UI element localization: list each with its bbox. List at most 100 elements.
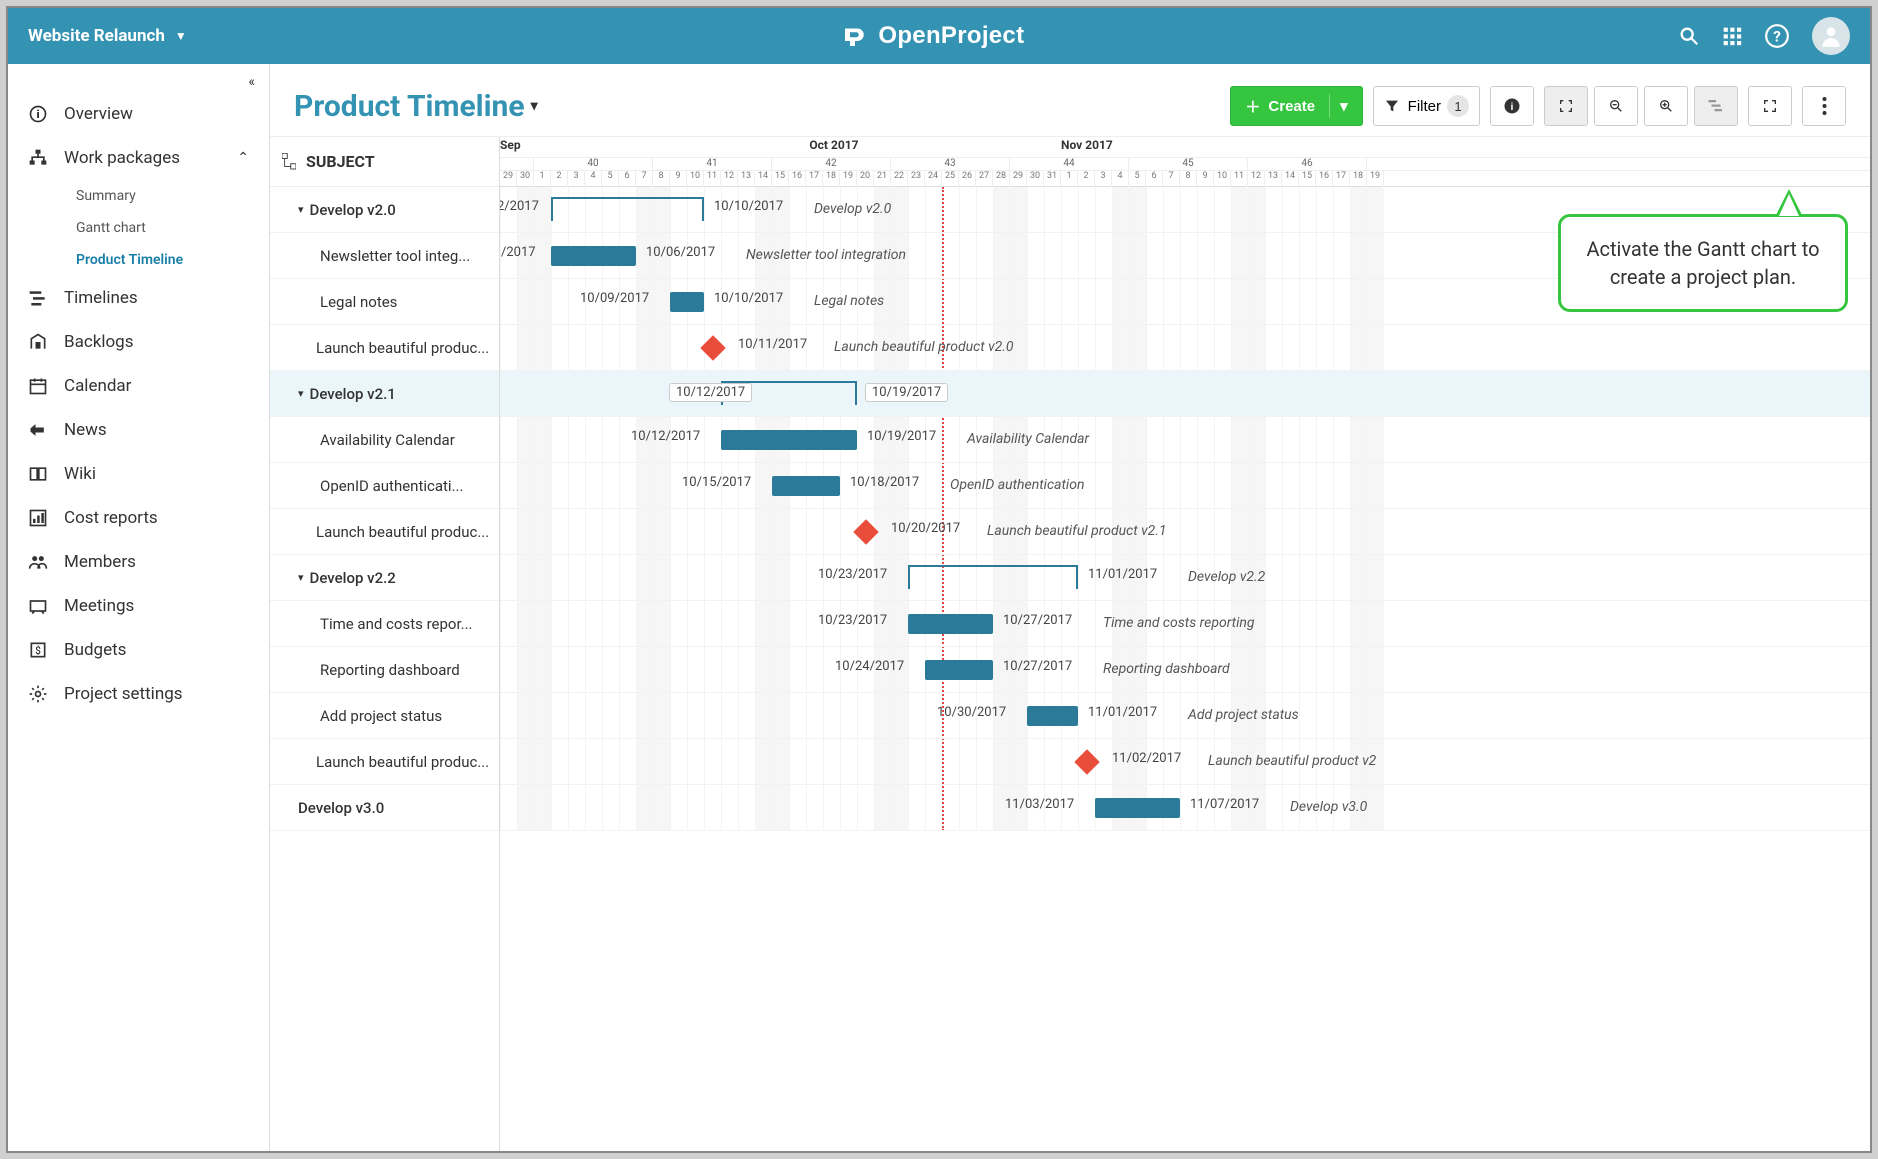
nav-sub-gantt-chart[interactable]: Gantt chart bbox=[8, 212, 269, 244]
nav-timelines[interactable]: Timelines bbox=[8, 276, 269, 320]
gantt-row[interactable]: 10/24/201710/27/2017Reporting dashboard bbox=[500, 647, 1870, 693]
subject-row[interactable]: Add project status bbox=[270, 693, 499, 739]
end-date: 10/10/2017 bbox=[714, 291, 783, 306]
gantt-row[interactable]: 10/12/201710/19/2017 bbox=[500, 371, 1870, 417]
task-bar[interactable] bbox=[908, 614, 993, 634]
task-bar[interactable] bbox=[1027, 706, 1078, 726]
nav-overview[interactable]: iOverview bbox=[8, 92, 269, 136]
sidebar-collapse-button[interactable]: « bbox=[8, 70, 269, 92]
subject-row[interactable]: ▾Develop v2.2 bbox=[270, 555, 499, 601]
gantt-row[interactable]: 10/15/201710/18/2017OpenID authenticatio… bbox=[500, 463, 1870, 509]
task-label: Legal notes bbox=[814, 293, 884, 309]
subject-row[interactable]: Reporting dashboard bbox=[270, 647, 499, 693]
nav-meetings[interactable]: Meetings bbox=[8, 584, 269, 628]
subject-row[interactable]: Availability Calendar bbox=[270, 417, 499, 463]
callout-text: Activate the Gantt chart to create a pro… bbox=[1586, 237, 1819, 289]
gantt-row[interactable]: 11/03/201711/07/2017Develop v3.0 bbox=[500, 785, 1870, 831]
sitemap-icon bbox=[28, 148, 48, 168]
page-title-dropdown[interactable]: Product Timeline ▾ bbox=[294, 89, 538, 124]
subject-header[interactable]: SUBJECT bbox=[270, 137, 499, 187]
gantt-row[interactable]: 11/02/2017Launch beautiful product v2 bbox=[500, 739, 1870, 785]
user-avatar[interactable] bbox=[1812, 17, 1850, 55]
nav-calendar[interactable]: Calendar bbox=[8, 364, 269, 408]
gantt-row[interactable]: 10/12/201710/19/2017Availability Calenda… bbox=[500, 417, 1870, 463]
chevron-icon: ⌃ bbox=[237, 150, 249, 166]
nav-project-settings[interactable]: Project settings bbox=[8, 672, 269, 716]
info-icon: i bbox=[28, 104, 48, 124]
zoom-fit-button[interactable] bbox=[1544, 86, 1588, 126]
nav-budgets[interactable]: $Budgets bbox=[8, 628, 269, 672]
group-bracket bbox=[908, 565, 1078, 581]
subject-row[interactable]: Newsletter tool integ... bbox=[270, 233, 499, 279]
milestone-diamond[interactable] bbox=[1074, 749, 1099, 774]
more-button[interactable] bbox=[1802, 86, 1846, 126]
gantt-row[interactable]: 10/23/201710/27/2017Time and costs repor… bbox=[500, 601, 1870, 647]
toolbar: Product Timeline ▾ ＋ Create ▾ Filter 1 i bbox=[270, 64, 1870, 136]
svg-text:?: ? bbox=[1773, 27, 1781, 45]
milestone-diamond[interactable] bbox=[700, 335, 725, 360]
nav-sub-summary[interactable]: Summary bbox=[8, 180, 269, 212]
milestone-date: 10/11/2017 bbox=[738, 337, 807, 352]
nav-backlogs[interactable]: Backlogs bbox=[8, 320, 269, 364]
nav-cost-reports[interactable]: Cost reports bbox=[8, 496, 269, 540]
start-date: 11/03/2017 bbox=[1005, 797, 1074, 812]
task-bar[interactable] bbox=[925, 660, 993, 680]
task-bar[interactable] bbox=[670, 292, 704, 312]
gantt-toggle-button[interactable] bbox=[1694, 86, 1738, 126]
subject-row[interactable]: Develop v3.0 bbox=[270, 785, 499, 831]
main-content: Product Timeline ▾ ＋ Create ▾ Filter 1 i bbox=[270, 64, 1870, 1151]
task-label: Develop v2.0 bbox=[814, 201, 891, 217]
subject-row[interactable]: Launch beautiful produc... bbox=[270, 739, 499, 785]
help-icon[interactable]: ? bbox=[1764, 23, 1790, 49]
milestone-diamond[interactable] bbox=[853, 519, 878, 544]
gantt-row[interactable]: 10/11/2017Launch beautiful product v2.0 bbox=[500, 325, 1870, 371]
zoom-out-button[interactable] bbox=[1594, 86, 1638, 126]
project-selector[interactable]: Website Relaunch ▼ bbox=[28, 26, 187, 46]
milestone-date: 11/02/2017 bbox=[1112, 751, 1181, 766]
subject-row[interactable]: Launch beautiful produc... bbox=[270, 509, 499, 555]
top-actions: ? bbox=[1678, 17, 1850, 55]
meeting-icon bbox=[28, 596, 48, 616]
subject-row[interactable]: Legal notes bbox=[270, 279, 499, 325]
gantt-row[interactable]: 10/20/2017Launch beautiful product v2.1 bbox=[500, 509, 1870, 555]
apps-grid-icon[interactable] bbox=[1722, 26, 1742, 46]
subject-row[interactable]: OpenID authenticati... bbox=[270, 463, 499, 509]
task-label: Reporting dashboard bbox=[1103, 661, 1230, 677]
filter-icon bbox=[1384, 98, 1400, 114]
top-bar: Website Relaunch ▼ OpenProject ? bbox=[8, 8, 1870, 64]
nav-sub-product-timeline[interactable]: Product Timeline bbox=[8, 244, 269, 276]
info-button[interactable]: i bbox=[1490, 86, 1534, 126]
end-date: 11/01/2017 bbox=[1088, 705, 1157, 720]
zoom-in-button[interactable] bbox=[1644, 86, 1688, 126]
task-bar[interactable] bbox=[551, 246, 636, 266]
task-label: Availability Calendar bbox=[967, 431, 1089, 447]
nav-wiki[interactable]: Wiki bbox=[8, 452, 269, 496]
filter-label: Filter bbox=[1408, 98, 1441, 115]
nav-work-packages[interactable]: Work packages⌃ bbox=[8, 136, 269, 180]
end-date: 10/10/2017 bbox=[714, 199, 783, 214]
nav-members[interactable]: Members bbox=[8, 540, 269, 584]
fullscreen-button[interactable] bbox=[1748, 86, 1792, 126]
gantt-row[interactable]: 10/30/201711/01/2017Add project status bbox=[500, 693, 1870, 739]
chevron-down-icon: ▾ bbox=[298, 387, 304, 400]
task-label: Develop v2.2 bbox=[1188, 569, 1265, 585]
zoom-in-icon bbox=[1658, 98, 1674, 114]
pre-date: /2017 bbox=[501, 245, 536, 260]
task-bar[interactable] bbox=[1095, 798, 1180, 818]
task-label: OpenID authentication bbox=[950, 477, 1084, 493]
subject-row[interactable]: Launch beautiful produc... bbox=[270, 325, 499, 371]
subject-row[interactable]: ▾Develop v2.1 bbox=[270, 371, 499, 417]
search-icon[interactable] bbox=[1678, 25, 1700, 47]
timeline-icon bbox=[28, 288, 48, 308]
gantt-row[interactable]: 10/23/201711/01/2017Develop v2.2 bbox=[500, 555, 1870, 601]
subject-row[interactable]: ▾Develop v2.0 bbox=[270, 187, 499, 233]
task-bar[interactable] bbox=[721, 430, 857, 450]
filter-button[interactable]: Filter 1 bbox=[1373, 86, 1480, 126]
calendar-icon bbox=[28, 376, 48, 396]
subject-row[interactable]: Time and costs repor... bbox=[270, 601, 499, 647]
nav-news[interactable]: News bbox=[8, 408, 269, 452]
task-bar[interactable] bbox=[772, 476, 840, 496]
create-button[interactable]: ＋ Create ▾ bbox=[1230, 86, 1362, 126]
end-date: 11/01/2017 bbox=[1088, 567, 1157, 582]
end-date: 10/27/2017 bbox=[1003, 659, 1072, 674]
